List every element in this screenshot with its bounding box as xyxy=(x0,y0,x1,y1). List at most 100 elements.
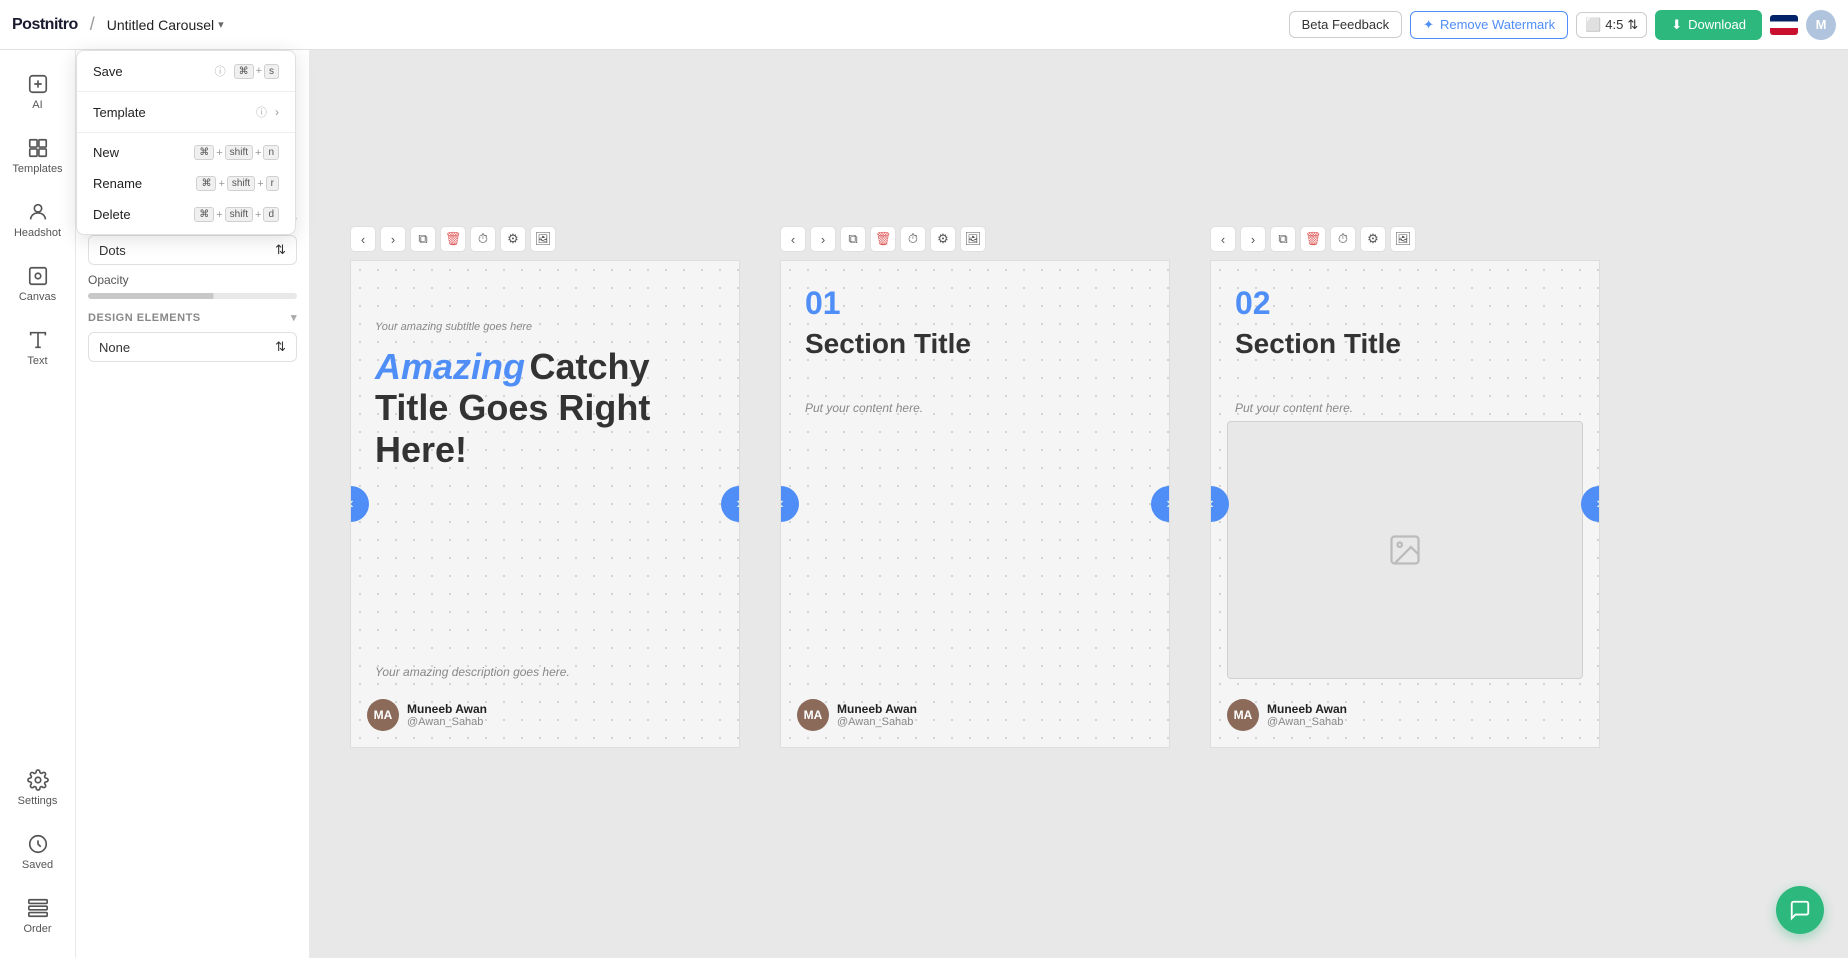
ai-icon xyxy=(27,73,49,95)
slide1-toolbar: ‹ › ⧉ 🗑 ⏱ ⚙ 🖼 xyxy=(350,226,556,252)
divider-1 xyxy=(77,91,295,92)
slide2-title: Section Title xyxy=(805,327,971,361)
slide1-title: Amazing Catchy Title Goes Right Here! xyxy=(375,346,715,470)
slide2-author-row: MA Muneeb Awan @Awan_Sahab xyxy=(797,699,917,731)
slide3-toolbar-image[interactable]: 🖼 xyxy=(1390,226,1416,252)
dropdown-item-rename[interactable]: Rename ⌘ + shift + r xyxy=(77,168,295,199)
slide1-toolbar-delete[interactable]: 🗑 xyxy=(440,226,466,252)
dropdown-item-delete[interactable]: Delete ⌘ + shift + d xyxy=(77,199,295,230)
opacity-label: Opacity xyxy=(88,273,297,287)
slide3-toolbar-right-arrow[interactable]: › xyxy=(1240,226,1266,252)
slide3-toolbar-left-arrow[interactable]: ‹ xyxy=(1210,226,1236,252)
design-elements-chevron[interactable]: ▾ xyxy=(291,311,297,324)
slide1-toolbar-image[interactable]: 🖼 xyxy=(530,226,556,252)
sidebar-label-ai: AI xyxy=(32,99,42,111)
headshot-icon xyxy=(27,201,49,223)
slide2-toolbar-copy[interactable]: ⧉ xyxy=(840,226,866,252)
slide2-toolbar-clock[interactable]: ⏱ xyxy=(900,226,926,252)
slide1-toolbar-copy[interactable]: ⧉ xyxy=(410,226,436,252)
templates-icon xyxy=(27,137,49,159)
save-info-icon: ⓘ xyxy=(215,63,226,79)
slide3-author-avatar: MA xyxy=(1227,699,1259,731)
aspect-ratio-control[interactable]: ⬜ 4:5 ⇅ xyxy=(1576,12,1647,38)
save-label: Save xyxy=(93,64,205,79)
slide3-toolbar-equalizer[interactable]: ⚙ xyxy=(1360,226,1386,252)
sidebar-item-templates[interactable]: Templates xyxy=(4,126,72,186)
slide1-toolbar-equalizer[interactable]: ⚙ xyxy=(500,226,526,252)
slide2-content: Put your content here. xyxy=(805,401,923,415)
document-title[interactable]: Untitled Carousel ▾ xyxy=(107,17,224,33)
slide2-toolbar: ‹ › ⧉ 🗑 ⏱ ⚙ 🖼 xyxy=(780,226,986,252)
slide3-content: Put your content here. xyxy=(1235,401,1353,415)
design-elements-arrow-icon: ⇅ xyxy=(275,339,286,355)
download-label: Download xyxy=(1688,17,1746,32)
download-icon: ⬇ xyxy=(1671,17,1682,33)
slide3-author-handle: @Awan_Sahab xyxy=(1267,716,1347,728)
sidebar-item-ai[interactable]: AI xyxy=(4,62,72,122)
slide1-title-title: Title Goes Right xyxy=(375,387,650,428)
sidebar-label-settings: Settings xyxy=(18,795,58,807)
download-button[interactable]: ⬇ Download xyxy=(1655,10,1762,40)
breadcrumb-slash: / xyxy=(90,14,95,35)
slide3-title: Section Title xyxy=(1235,327,1401,361)
select-arrow-icon: ⇅ xyxy=(275,242,286,258)
image-placeholder-icon xyxy=(1387,532,1423,568)
template-info-icon: ⓘ xyxy=(256,104,267,120)
sidebar-label-headshot: Headshot xyxy=(14,227,61,239)
slide3-toolbar-clock[interactable]: ⏱ xyxy=(1330,226,1356,252)
sidebar-item-order[interactable]: Order xyxy=(4,886,72,946)
design-elements-select[interactable]: None ⇅ xyxy=(88,332,297,362)
slide3-author-info: Muneeb Awan @Awan_Sahab xyxy=(1267,702,1347,728)
slide2-toolbar-left-arrow[interactable]: ‹ xyxy=(780,226,806,252)
remove-watermark-icon: ✦ xyxy=(1423,17,1434,33)
aspect-ratio-value: 4:5 xyxy=(1605,17,1623,32)
sidebar-label-text: Text xyxy=(27,355,47,367)
slide1-toolbar-left-arrow[interactable]: ‹ xyxy=(350,226,376,252)
slide2-toolbar-right-arrow[interactable]: › xyxy=(810,226,836,252)
save-shortcut: ⌘ + s xyxy=(234,64,279,79)
sidebar-item-saved[interactable]: Saved xyxy=(4,822,72,882)
delete-shortcut: ⌘ + shift + d xyxy=(194,207,279,222)
language-flag[interactable] xyxy=(1770,15,1798,35)
sidebar-item-headshot[interactable]: Headshot xyxy=(4,190,72,250)
canvas-area: ‹ › ⧉ 🗑 ⏱ ⚙ 🖼 Your amazing subtitle goes… xyxy=(310,50,1848,958)
chat-button[interactable] xyxy=(1776,886,1824,934)
slide2-toolbar-equalizer[interactable]: ⚙ xyxy=(930,226,956,252)
slide3-number: 02 xyxy=(1235,285,1271,322)
sidebar-label-templates: Templates xyxy=(12,163,62,175)
sidebar-item-text[interactable]: Text xyxy=(4,318,72,378)
slide3-toolbar: ‹ › ⧉ 🗑 ⏱ ⚙ 🖼 xyxy=(1210,226,1416,252)
remove-watermark-label: Remove Watermark xyxy=(1440,17,1555,32)
user-avatar[interactable]: M xyxy=(1806,10,1836,40)
slide2-toolbar-delete[interactable]: 🗑 xyxy=(870,226,896,252)
chat-icon xyxy=(1789,899,1811,921)
bg-pattern-select[interactable]: Dots ⇅ xyxy=(88,235,297,265)
sidebar-item-canvas[interactable]: Canvas xyxy=(4,254,72,314)
slide-3: 02 Section Title Put your content here. … xyxy=(1210,260,1600,748)
remove-watermark-button[interactable]: ✦ Remove Watermark xyxy=(1410,11,1568,39)
slide1-author-handle: @Awan_Sahab xyxy=(407,716,487,728)
design-elements-section-title: DESIGN ELEMENTS ▾ xyxy=(88,311,297,324)
slide-2: 01 Section Title Put your content here. … xyxy=(780,260,1170,748)
slide2-toolbar-image[interactable]: 🖼 xyxy=(960,226,986,252)
slide2-author-name: Muneeb Awan xyxy=(837,702,917,716)
beta-feedback-button[interactable]: Beta Feedback xyxy=(1289,11,1402,38)
slide1-toolbar-right-arrow[interactable]: › xyxy=(380,226,406,252)
slide3-toolbar-copy[interactable]: ⧉ xyxy=(1270,226,1296,252)
slide3-image-placeholder[interactable] xyxy=(1227,421,1583,679)
dropdown-item-template[interactable]: Template ⓘ › xyxy=(77,96,295,128)
opacity-slider[interactable] xyxy=(88,293,297,299)
dropdown-item-new[interactable]: New ⌘ + shift + n xyxy=(77,137,295,168)
new-label: New xyxy=(93,145,186,160)
sidebar-label-canvas: Canvas xyxy=(19,291,56,303)
slide1-toolbar-clock[interactable]: ⏱ xyxy=(470,226,496,252)
title-dropdown-caret: ▾ xyxy=(218,18,224,31)
sidebar-item-settings[interactable]: Settings xyxy=(4,758,72,818)
aspect-ratio-stepper[interactable]: ⇅ xyxy=(1627,17,1638,33)
slide2-author-handle: @Awan_Sahab xyxy=(837,716,917,728)
slide3-toolbar-delete[interactable]: 🗑 xyxy=(1300,226,1326,252)
template-label: Template xyxy=(93,105,246,120)
slide-1: Your amazing subtitle goes here Amazing … xyxy=(350,260,740,748)
slides-wrapper: ‹ › ⧉ 🗑 ⏱ ⚙ 🖼 Your amazing subtitle goes… xyxy=(310,50,1848,958)
dropdown-item-save[interactable]: Save ⓘ ⌘ + s xyxy=(77,55,295,87)
